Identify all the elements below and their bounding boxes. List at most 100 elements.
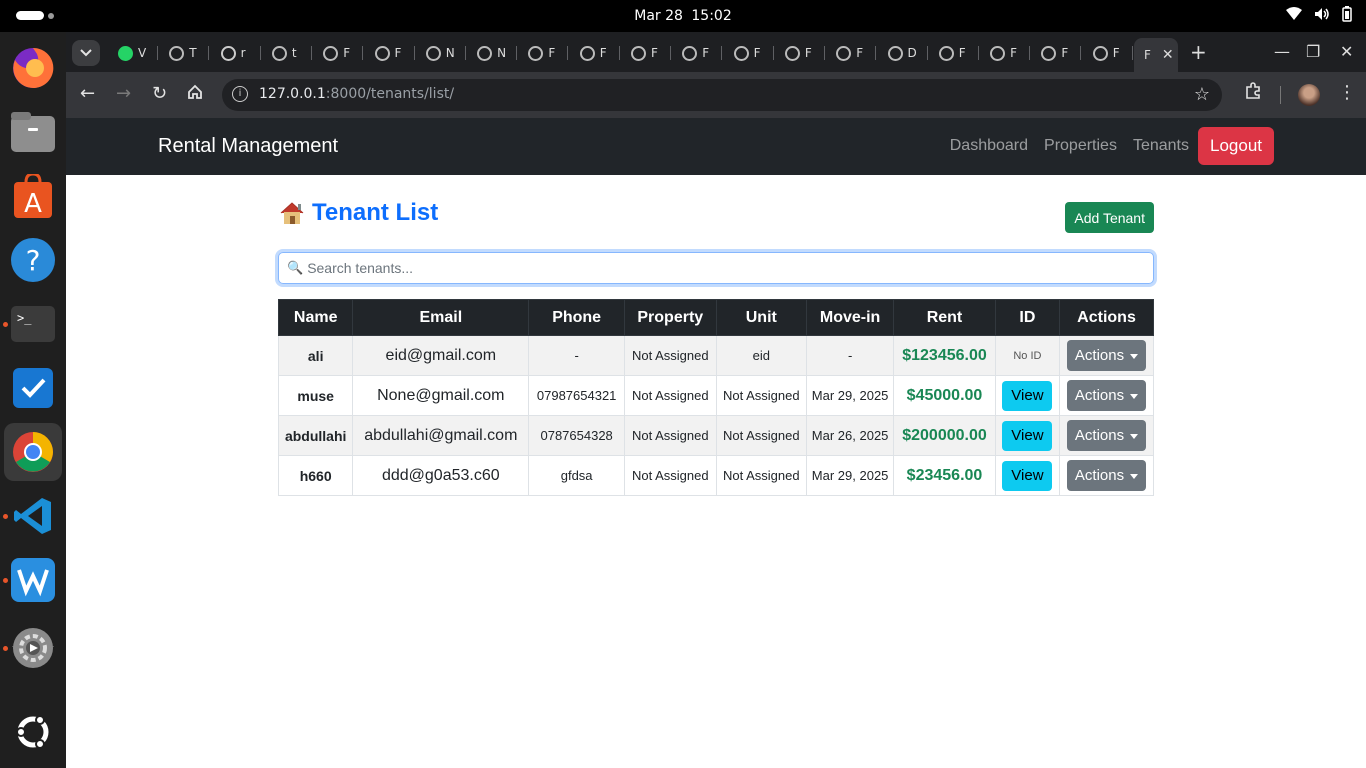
- globe-icon: [374, 45, 390, 61]
- tab[interactable]: F: [365, 40, 415, 66]
- col-header-rent[interactable]: Rent: [893, 299, 996, 336]
- bookmark-star-icon[interactable]: ☆: [1194, 84, 1210, 105]
- site-info-icon[interactable]: i: [232, 86, 248, 102]
- tab[interactable]: F: [621, 40, 671, 66]
- globe-icon: [682, 45, 698, 61]
- close-window-button[interactable]: ✕: [1340, 42, 1353, 61]
- tab[interactable]: F: [672, 40, 723, 66]
- tab-title: r: [240, 46, 246, 60]
- tab[interactable]: F: [313, 40, 364, 66]
- dock-firefox[interactable]: [9, 44, 57, 92]
- dock-help[interactable]: ?: [9, 236, 57, 284]
- new-tab-button[interactable]: +: [1190, 42, 1207, 62]
- cell-property: Not Assigned: [624, 455, 717, 496]
- dock-files[interactable]: [9, 108, 57, 156]
- url-text[interactable]: 127.0.0.1:8000/tenants/list/: [259, 86, 454, 102]
- tab[interactable]: F: [570, 40, 620, 66]
- dock-vscode[interactable]: [9, 492, 57, 540]
- tab-title: F: [1144, 48, 1151, 62]
- actions-dropdown-button[interactable]: Actions: [1066, 380, 1147, 411]
- tab[interactable]: r: [211, 40, 261, 66]
- maximize-button[interactable]: ❐: [1306, 42, 1320, 61]
- tab-close-icon[interactable]: ✕: [1162, 47, 1174, 63]
- menu-kebab-icon[interactable]: ⋮: [1338, 82, 1356, 103]
- view-id-button[interactable]: View: [1002, 460, 1053, 491]
- col-header-email[interactable]: Email: [352, 299, 530, 336]
- forward-button[interactable]: →: [116, 84, 131, 104]
- reload-button[interactable]: ↻: [152, 84, 167, 104]
- dock-terminal[interactable]: >_: [9, 300, 57, 348]
- tab-strip: V Tr t F F N N F F F F F F F D F F F F F ✕ + — ❐ ✕: [66, 32, 1366, 72]
- tab[interactable]: V: [108, 40, 158, 66]
- cell-email: None@gmail.com: [352, 375, 530, 416]
- tab-title: F: [343, 46, 351, 60]
- dock-chrome[interactable]: [4, 423, 62, 481]
- col-header-phone[interactable]: Phone: [528, 299, 626, 336]
- col-header-unit[interactable]: Unit: [715, 299, 808, 336]
- globe-icon: [836, 45, 852, 61]
- tab[interactable]: F: [929, 40, 979, 66]
- tab[interactable]: F: [1031, 40, 1082, 66]
- logout-button[interactable]: Logout: [1198, 127, 1274, 165]
- search-icon: 🔍: [287, 260, 304, 275]
- tab-title: N: [497, 46, 507, 60]
- tab[interactable]: F: [518, 40, 569, 66]
- view-id-button[interactable]: View: [1002, 420, 1053, 451]
- tab-separator: [772, 46, 774, 60]
- nav-dashboard[interactable]: Dashboard: [950, 137, 1028, 155]
- minimize-button[interactable]: —: [1274, 42, 1290, 61]
- nav-properties[interactable]: Properties: [1044, 137, 1117, 155]
- tab-title: N: [445, 46, 455, 60]
- globe-icon: [631, 45, 646, 61]
- tab-separator: [1029, 46, 1031, 60]
- back-button[interactable]: ←: [80, 84, 95, 104]
- cell-id: View: [994, 455, 1061, 496]
- tab-active[interactable]: F ✕: [1134, 38, 1178, 72]
- actions-dropdown-button[interactable]: Actions: [1066, 460, 1147, 491]
- col-header-id[interactable]: ID: [994, 299, 1061, 336]
- globe-icon: [887, 45, 903, 61]
- dock-app-center[interactable]: A: [9, 172, 57, 220]
- address-bar[interactable]: i 127.0.0.1:8000/tenants/list/ ☆: [222, 79, 1222, 111]
- dock-tasks[interactable]: [9, 364, 57, 412]
- tab[interactable]: F: [775, 40, 825, 66]
- tab[interactable]: F: [1083, 40, 1133, 66]
- tab[interactable]: t: [262, 40, 312, 66]
- dock-settings[interactable]: [9, 624, 57, 672]
- browser-window: V Tr t F F N N F F F F F F F D F F F F F ✕ + — ❐ ✕ ← → ↻ i…: [66, 32, 1366, 768]
- tab[interactable]: F: [980, 40, 1031, 66]
- col-header-name[interactable]: Name: [277, 299, 354, 336]
- tab-separator: [823, 46, 825, 60]
- caret-down-icon: [1130, 433, 1139, 439]
- actions-dropdown-button[interactable]: Actions: [1066, 340, 1147, 371]
- globe-icon: [528, 45, 544, 61]
- cell-property: Not Assigned: [624, 335, 717, 376]
- tab[interactable]: T: [159, 40, 210, 66]
- brand-link[interactable]: Rental Management: [158, 135, 338, 158]
- settings-globe-icon: [271, 45, 287, 61]
- tab-search-button[interactable]: [72, 40, 100, 66]
- dock-wps[interactable]: [9, 556, 57, 604]
- actions-dropdown-button[interactable]: Actions: [1066, 420, 1147, 451]
- search-input[interactable]: 🔍 Search tenants...: [278, 252, 1154, 284]
- view-id-button[interactable]: View: [1002, 380, 1053, 411]
- dock-ubuntu[interactable]: [9, 708, 57, 756]
- tab-separator: [157, 46, 158, 60]
- tab[interactable]: N: [416, 40, 466, 66]
- tab[interactable]: D: [878, 40, 928, 66]
- cell-name: ali: [277, 335, 354, 376]
- extensions-icon[interactable]: [1244, 82, 1262, 105]
- tab[interactable]: F: [826, 40, 877, 66]
- profile-avatar[interactable]: [1298, 84, 1320, 106]
- clock[interactable]: Mar 28 15:02: [0, 0, 1366, 32]
- add-tenant-button[interactable]: Add Tenant: [1065, 202, 1154, 233]
- col-header-move-in[interactable]: Move-in: [806, 299, 895, 336]
- system-tray[interactable]: [1286, 6, 1352, 22]
- col-header-property[interactable]: Property: [624, 299, 717, 336]
- col-header-actions[interactable]: Actions: [1059, 299, 1154, 336]
- tab[interactable]: F: [724, 40, 774, 66]
- tab-separator: [1080, 46, 1082, 60]
- home-button[interactable]: [187, 84, 203, 105]
- tab[interactable]: N: [467, 40, 518, 66]
- nav-tenants[interactable]: Tenants: [1133, 137, 1189, 155]
